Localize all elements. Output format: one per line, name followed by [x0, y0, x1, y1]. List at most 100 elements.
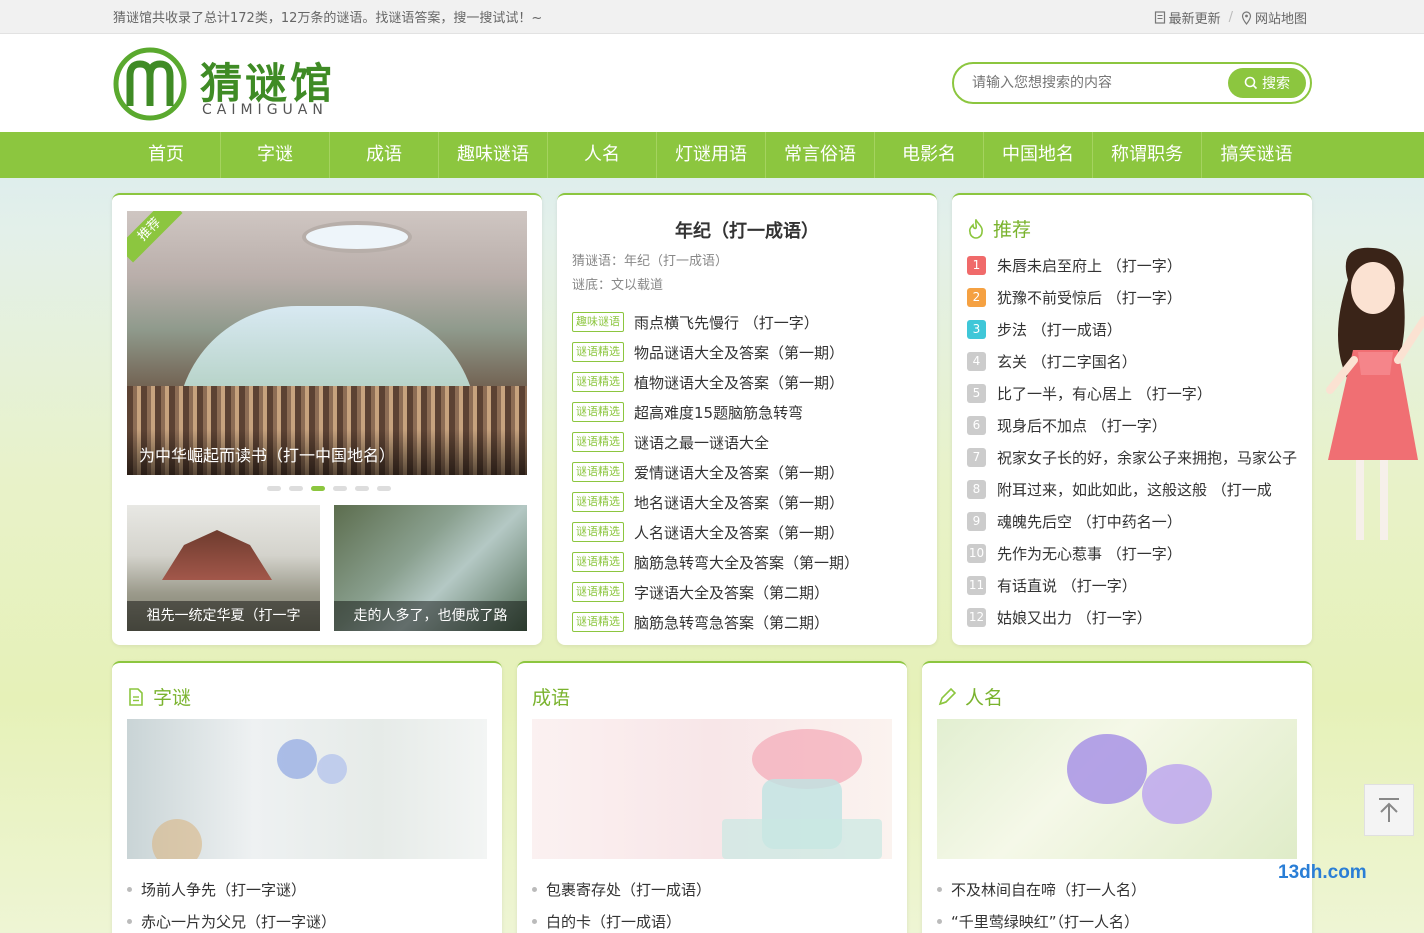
thumb-card[interactable]: 祖先一统定华夏（打一字 [127, 505, 320, 631]
category-tag[interactable]: 谜语精选 [572, 492, 624, 512]
list-item-title[interactable]: 人名谜语大全及答案（第一期） [634, 522, 844, 543]
rank-item-title[interactable]: 步法 （打一成语） [997, 319, 1122, 340]
search-button[interactable]: 搜索 [1228, 68, 1306, 98]
latest-updates-link[interactable]: 最新更新 [1154, 8, 1221, 27]
block-title[interactable]: 字谜 [153, 683, 191, 710]
rank-item-title[interactable]: 魂魄先后空 （打中药名一） [997, 511, 1182, 532]
category-tag[interactable]: 谜语精选 [572, 432, 624, 452]
rank-item-title[interactable]: 有话直说 （打一字） [997, 575, 1137, 596]
nav-item[interactable]: 首页 [112, 132, 221, 178]
rank-item[interactable]: 10 先作为无心惹事 （打一字） [967, 537, 1307, 569]
rank-item[interactable]: 6 现身后不加点 （打一字） [967, 409, 1307, 441]
rank-item[interactable]: 5 比了一半，有心居上 （打一字） [967, 377, 1307, 409]
category-tag[interactable]: 谜语精选 [572, 612, 624, 632]
rank-item[interactable]: 7 祝家女子长的好，余家公子来拥抱，马家公子 [967, 441, 1307, 473]
site-logo[interactable]: 猜谜馆 CAIMIGUAN [112, 44, 352, 122]
list-item-title[interactable]: 脑筋急转弯急答案（第二期） [634, 612, 829, 633]
category-tag[interactable]: 谜语精选 [572, 582, 624, 602]
list-item[interactable]: 谜语精选 物品谜语大全及答案（第一期） [572, 337, 859, 367]
pen-icon [938, 687, 957, 705]
back-to-top-button[interactable] [1364, 784, 1414, 836]
block-image[interactable] [127, 719, 487, 859]
list-item[interactable]: 谜语精选 地名谜语大全及答案（第一期） [572, 487, 859, 517]
nav-item[interactable]: 常言俗语 [766, 132, 875, 178]
rank-item-title[interactable]: 玄关 （打二字国名） [997, 351, 1137, 372]
list-item-title[interactable]: 物品谜语大全及答案（第一期） [634, 342, 844, 363]
slider-caption[interactable]: 为中华崛起而读书（打一中国地名） [127, 429, 527, 475]
nav-item[interactable]: 趣味谜语 [439, 132, 548, 178]
list-item[interactable]: 谜语精选 爱情谜语大全及答案（第一期） [572, 457, 859, 487]
list-item[interactable]: 白的卡（打一成语） [532, 905, 711, 933]
list-item[interactable]: 场前人争先（打一字谜） [127, 873, 336, 905]
decorative-girl-illustration [1326, 247, 1424, 540]
rank-item[interactable]: 8 附耳过来，如此如此，这般这般 （打一成 [967, 473, 1307, 505]
slider-dot[interactable] [289, 486, 303, 491]
list-item[interactable]: 赤心一片为父兄（打一字谜） [127, 905, 336, 933]
block-image[interactable] [937, 719, 1297, 859]
slider-dot[interactable] [355, 486, 369, 491]
rank-item-title[interactable]: 姑娘又出力 （打一字） [997, 607, 1152, 628]
category-tag[interactable]: 谜语精选 [572, 402, 624, 422]
nav-item[interactable]: 成语 [330, 132, 439, 178]
slider-main-image[interactable]: 推荐 为中华崛起而读书（打一中国地名） [127, 211, 527, 475]
rank-item[interactable]: 11 有话直说 （打一字） [967, 569, 1307, 601]
rank-item-title[interactable]: 比了一半，有心居上 （打一字） [997, 383, 1212, 404]
list-item[interactable]: “千里莺绿映红”（打一人名） [937, 905, 1146, 933]
list-item[interactable]: 谜语精选 人名谜语大全及答案（第一期） [572, 517, 859, 547]
block-title[interactable]: 人名 [965, 683, 1003, 710]
block-title[interactable]: 成语 [532, 683, 570, 710]
block-image[interactable] [532, 719, 892, 859]
slider-dot-active[interactable] [311, 486, 325, 491]
thumb-card[interactable]: 走的人多了，也便成了路 [334, 505, 527, 631]
list-item-title[interactable]: 字谜语大全及答案（第二期） [634, 582, 829, 603]
list-item[interactable]: 不及林间自在啼（打一人名） [937, 873, 1146, 905]
list-item[interactable]: 谜语精选 脑筋急转弯急答案（第二期） [572, 607, 859, 637]
list-item[interactable]: 谜语精选 植物谜语大全及答案（第一期） [572, 367, 859, 397]
list-item-title[interactable]: 植物谜语大全及答案（第一期） [634, 372, 844, 393]
list-item-title[interactable]: 超高难度15题脑筋急转弯 [634, 402, 803, 423]
list-item[interactable]: 谜语精选 字谜语大全及答案（第二期） [572, 577, 859, 607]
list-item-title[interactable]: 地名谜语大全及答案（第一期） [634, 492, 844, 513]
rank-item-title[interactable]: 朱唇未启至府上 （打一字） [997, 255, 1182, 276]
rank-item-title[interactable]: 现身后不加点 （打一字） [997, 415, 1167, 436]
rank-item-title[interactable]: 祝家女子长的好，余家公子来拥抱，马家公子 [997, 447, 1297, 468]
category-tag[interactable]: 趣味谜语 [572, 312, 624, 332]
sitemap-link[interactable]: 网站地图 [1241, 8, 1307, 27]
nav-item[interactable]: 人名 [548, 132, 657, 178]
category-tag[interactable]: 谜语精选 [572, 522, 624, 542]
nav-item[interactable]: 搞笑谜语 [1202, 132, 1311, 178]
nav-item[interactable]: 灯谜用语 [657, 132, 766, 178]
category-tag[interactable]: 谜语精选 [572, 462, 624, 482]
list-item[interactable]: 谜语精选 谜语之最一谜语大全 [572, 427, 859, 457]
rank-item[interactable]: 1 朱唇未启至府上 （打一字） [967, 249, 1307, 281]
rank-item-title[interactable]: 犹豫不前受惊后 （打一字） [997, 287, 1182, 308]
rank-item[interactable]: 12 姑娘又出力 （打一字） [967, 601, 1307, 633]
category-tag[interactable]: 谜语精选 [572, 552, 624, 572]
list-item-title[interactable]: 雨点横飞先慢行 （打一字） [634, 312, 819, 333]
rank-item-title[interactable]: 先作为无心惹事 （打一字） [997, 543, 1182, 564]
list-item-title[interactable]: 谜语之最一谜语大全 [634, 432, 769, 453]
category-tag[interactable]: 谜语精选 [572, 342, 624, 362]
flower-shape [317, 754, 347, 784]
category-tag[interactable]: 谜语精选 [572, 372, 624, 392]
slider-dot[interactable] [377, 486, 391, 491]
slider-dot[interactable] [333, 486, 347, 491]
nav-item[interactable]: 称谓职务 [1093, 132, 1202, 178]
nav-item[interactable]: 中国地名 [984, 132, 1093, 178]
rank-item[interactable]: 9 魂魄先后空 （打中药名一） [967, 505, 1307, 537]
list-item[interactable]: 趣味谜语 雨点横飞先慢行 （打一字） [572, 307, 859, 337]
rank-item-title[interactable]: 附耳过来，如此如此，这般这般 （打一成 [997, 479, 1272, 500]
search-input[interactable] [972, 74, 1222, 90]
list-item[interactable]: 包裹寄存处（打一成语） [532, 873, 711, 905]
rank-item[interactable]: 4 玄关 （打二字国名） [967, 345, 1307, 377]
featured-title[interactable]: 年纪（打一成语） [557, 217, 937, 243]
nav-item[interactable]: 电影名 [875, 132, 984, 178]
rank-item[interactable]: 2 犹豫不前受惊后 （打一字） [967, 281, 1307, 313]
list-item[interactable]: 谜语精选 脑筋急转弯大全及答案（第一期） [572, 547, 859, 577]
list-item-title[interactable]: 脑筋急转弯大全及答案（第一期） [634, 552, 859, 573]
list-item-title[interactable]: 爱情谜语大全及答案（第一期） [634, 462, 844, 483]
slider-dot[interactable] [267, 486, 281, 491]
nav-item[interactable]: 字谜 [221, 132, 330, 178]
rank-item[interactable]: 3 步法 （打一成语） [967, 313, 1307, 345]
list-item[interactable]: 谜语精选 超高难度15题脑筋急转弯 [572, 397, 859, 427]
